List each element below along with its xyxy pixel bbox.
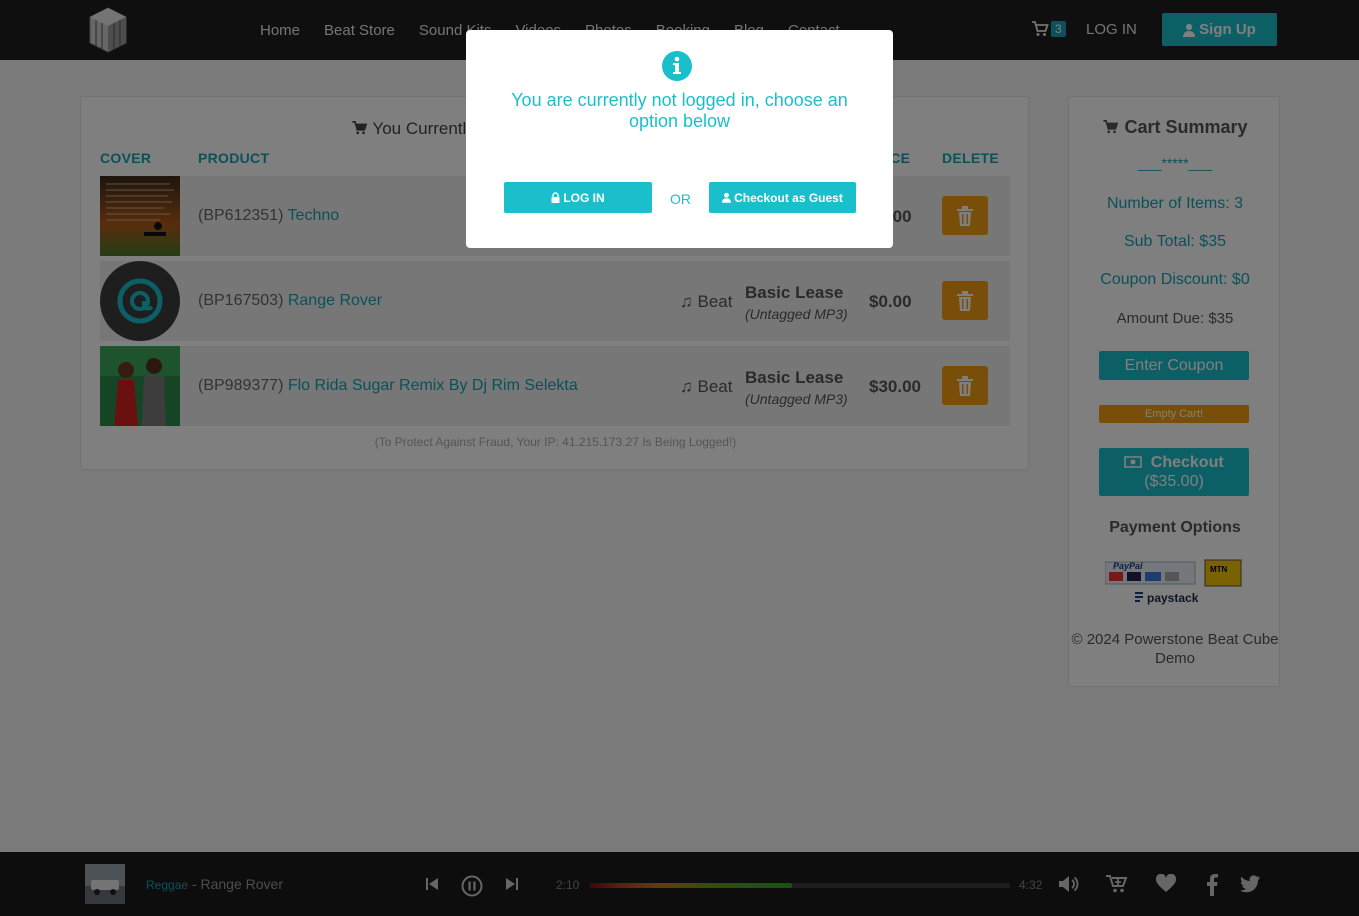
user-icon — [722, 192, 732, 203]
checkout-as-guest-label: Checkout as Guest — [734, 190, 843, 205]
modal-message: You are currently not logged in, choose … — [511, 90, 848, 131]
lock-icon — [551, 192, 560, 203]
login-required-modal: You are currently not logged in, choose … — [466, 30, 893, 248]
checkout-as-guest-button[interactable]: Checkout as Guest — [709, 182, 856, 213]
modal-login-label: LOG IN — [563, 190, 605, 205]
modal-or-separator: OR — [670, 191, 691, 207]
info-icon — [662, 51, 692, 81]
modal-login-button[interactable]: LOG IN — [504, 182, 652, 213]
